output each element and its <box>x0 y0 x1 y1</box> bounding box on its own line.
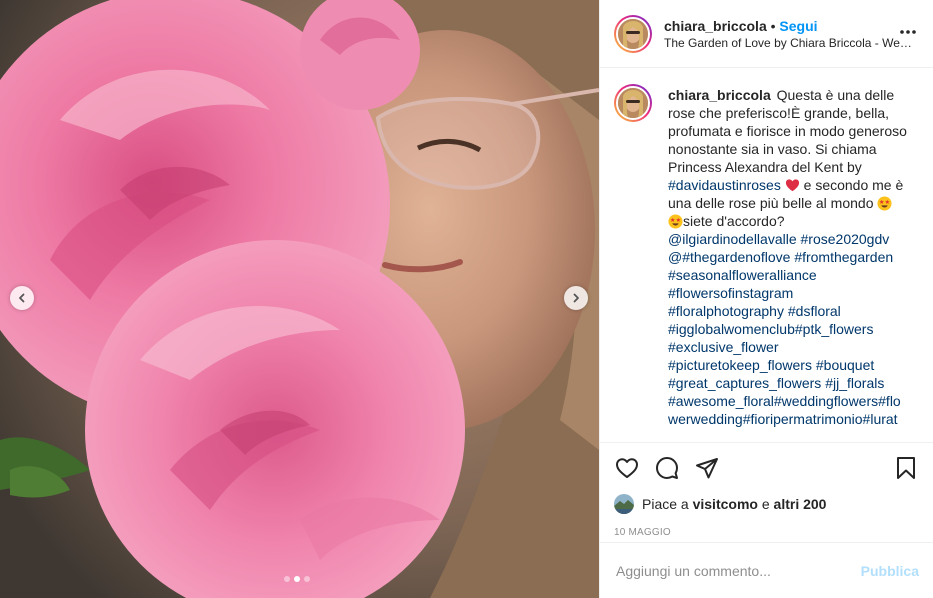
liker-username[interactable]: visitcomo <box>693 496 758 512</box>
hashtag[interactable]: #great_captures_flowers <box>668 375 821 391</box>
post-header: chiara_briccola • Segui The Garden of Lo… <box>600 0 933 68</box>
caption-avatar-ring[interactable] <box>614 84 652 122</box>
star-struck-emoji <box>877 196 892 211</box>
star-struck-emoji <box>668 214 683 229</box>
likes-middle: e <box>757 496 774 512</box>
carousel-dot <box>304 576 310 582</box>
hashtag[interactable]: #picturetokeep_flowers <box>668 357 812 373</box>
post-photo <box>0 0 599 598</box>
liker-avatar[interactable] <box>614 494 634 514</box>
more-options-button[interactable] <box>899 22 917 36</box>
avatar-image <box>618 88 648 118</box>
bookmark-icon <box>897 457 915 479</box>
hashtag[interactable]: #fromthegarden <box>794 249 893 265</box>
comments-section: chiara_briccola Questa è una delle rose … <box>600 68 933 442</box>
carousel-dot <box>284 576 290 582</box>
likes-summary: Piace a visitcomo e altri 200 <box>614 493 919 515</box>
hashtag[interactable]: #jj_florals <box>825 375 884 391</box>
save-button[interactable] <box>893 455 919 481</box>
hashtag[interactable]: #dsfloral <box>788 303 841 319</box>
location-link[interactable]: The Garden of Love by Chiara Briccola - … <box>664 35 918 51</box>
header-line: chiara_briccola • Segui <box>664 17 918 35</box>
header-username[interactable]: chiara_briccola <box>664 18 767 34</box>
carousel-prev-button[interactable] <box>10 286 34 310</box>
avatar <box>616 86 650 120</box>
publish-button[interactable]: Pubblica <box>861 563 919 579</box>
hashtag[interactable]: #davidaustinroses <box>668 177 781 193</box>
like-button[interactable] <box>614 455 640 481</box>
separator-dot: • <box>770 17 776 34</box>
caption: chiara_briccola Questa è una delle rose … <box>614 84 919 428</box>
hashtag[interactable]: #igglobalwomenclub <box>668 321 795 337</box>
mention-link[interactable]: @#thegardenoflove <box>668 249 790 265</box>
avatar-image <box>618 18 648 49</box>
chevron-right-icon <box>573 293 579 303</box>
avatar <box>616 16 650 51</box>
instagram-post: chiara_briccola • Segui The Garden of Lo… <box>0 0 933 598</box>
mention-link[interactable]: @ilgiardinodellavalle <box>668 231 797 247</box>
hashtag[interactable]: #rose2020gdv <box>801 231 890 247</box>
post-date[interactable]: 10 MAGGIO <box>614 527 919 538</box>
avatar-ring[interactable] <box>614 14 652 53</box>
post-actions: Piace a visitcomo e altri 200 10 MAGGIO <box>600 442 933 552</box>
caption-body: siete d'accordo? <box>683 213 785 229</box>
more-options-icon <box>900 30 916 34</box>
hashtag[interactable]: #lurat <box>863 411 898 427</box>
post-side-panel: chiara_briccola • Segui The Garden of Lo… <box>599 0 933 598</box>
heart-icon <box>616 458 638 478</box>
hashtag[interactable]: #bouquet <box>816 357 874 373</box>
share-button[interactable] <box>694 455 720 481</box>
chevron-left-icon <box>19 293 25 303</box>
caption-text: chiara_briccola Questa è una delle rose … <box>668 86 908 428</box>
header-text: chiara_briccola • Segui The Garden of Lo… <box>664 17 918 51</box>
hashtag[interactable]: #fioripermatrimonio <box>743 411 863 427</box>
hashtag[interactable]: #weddingflowers <box>774 393 878 409</box>
carousel-next-button[interactable] <box>564 286 588 310</box>
hashtag[interactable]: #awesome_floral <box>668 393 774 409</box>
carousel-dot-active <box>294 576 300 582</box>
hashtag[interactable]: #ptk_flowers <box>795 321 874 337</box>
comment-button[interactable] <box>654 455 680 481</box>
liker-avatar-image <box>614 494 634 514</box>
action-icon-row <box>614 453 919 483</box>
caption-username[interactable]: chiara_briccola <box>668 87 771 103</box>
red-heart-emoji <box>785 179 799 192</box>
share-icon <box>696 458 718 479</box>
likes-others-link[interactable]: altri 200 <box>774 496 827 512</box>
hashtag[interactable]: #seasonalfloweralliance <box>668 267 817 283</box>
comment-input[interactable] <box>616 562 861 579</box>
post-media[interactable] <box>0 0 599 598</box>
likes-text[interactable]: Piace a visitcomo e altri 200 <box>642 496 826 512</box>
comment-icon <box>656 457 678 479</box>
add-comment-bar: Pubblica <box>600 542 933 598</box>
hashtag[interactable]: #floralphotography <box>668 303 784 319</box>
likes-prefix: Piace a <box>642 496 693 512</box>
hashtag[interactable]: #exclusive_flower <box>668 339 779 355</box>
hashtag[interactable]: #flowersofinstagram <box>668 285 793 301</box>
carousel-indicator <box>284 576 310 582</box>
follow-button[interactable]: Segui <box>779 18 817 34</box>
